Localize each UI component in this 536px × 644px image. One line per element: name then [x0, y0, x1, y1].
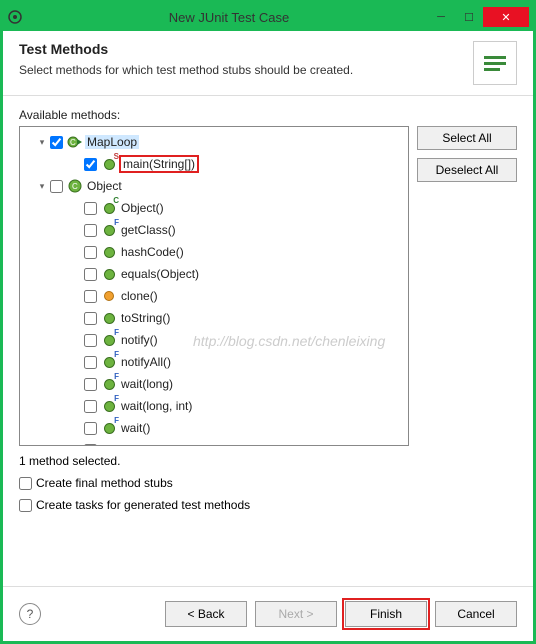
tree-row[interactable]: equals(Object): [20, 263, 408, 285]
tree-row[interactable]: ▾ C MapLoop: [20, 131, 408, 153]
header-title: Test Methods: [19, 41, 473, 57]
green-icon: F: [101, 332, 117, 348]
method-label: MapLoop: [85, 135, 139, 149]
tree-row[interactable]: FgetClass(): [20, 219, 408, 241]
method-label: notify(): [119, 333, 160, 347]
method-checkbox[interactable]: [84, 312, 97, 325]
tree-label: Available methods:: [19, 108, 517, 122]
expand-toggle[interactable]: ▾: [36, 181, 48, 192]
method-checkbox[interactable]: [84, 224, 97, 237]
green-icon: F: [101, 354, 117, 370]
window-title: New JUnit Test Case: [31, 10, 427, 25]
methods-tree[interactable]: ▾CMapLoopSmain(String[])▾CObjectCObject(…: [19, 126, 409, 446]
app-icon: [7, 9, 23, 25]
green-icon: F: [101, 376, 117, 392]
method-checkbox[interactable]: [84, 290, 97, 303]
method-label: toString(): [119, 311, 172, 325]
final-stubs-label: Create final method stubs: [36, 476, 173, 490]
class-run-icon: C: [67, 134, 83, 150]
method-checkbox[interactable]: [84, 334, 97, 347]
cancel-button[interactable]: Cancel: [435, 601, 517, 627]
orange-icon: [101, 442, 117, 446]
method-checkbox[interactable]: [84, 400, 97, 413]
method-checkbox[interactable]: [84, 356, 97, 369]
method-checkbox[interactable]: [84, 444, 97, 447]
orange-icon: [101, 288, 117, 304]
method-label: wait(long, int): [119, 399, 194, 413]
finish-button[interactable]: Finish: [345, 601, 427, 627]
method-label: wait(long): [119, 377, 175, 391]
create-tasks-label: Create tasks for generated test methods: [36, 498, 250, 512]
tree-row[interactable]: CObject(): [20, 197, 408, 219]
class-icon: C: [67, 178, 83, 194]
green-icon: [101, 266, 117, 282]
dialog-header: Test Methods Select methods for which te…: [3, 31, 533, 96]
header-banner-icon: [473, 41, 517, 85]
tree-row[interactable]: Fwait(long, int): [20, 395, 408, 417]
back-button[interactable]: < Back: [165, 601, 247, 627]
method-label: clone(): [119, 289, 160, 303]
method-checkbox[interactable]: [50, 136, 63, 149]
create-tasks-checkbox[interactable]: [19, 499, 32, 512]
green-icon: [101, 244, 117, 260]
header-description: Select methods for which test method stu…: [19, 63, 473, 77]
method-label: main(String[]): [121, 157, 197, 171]
expand-toggle[interactable]: ▾: [36, 137, 48, 148]
titlebar: New JUnit Test Case ─ ☐ ✕: [3, 3, 533, 31]
method-label: Object: [85, 179, 124, 193]
method-checkbox[interactable]: [84, 422, 97, 435]
method-label: notifyAll(): [119, 355, 173, 369]
tree-row[interactable]: finalize(): [20, 439, 408, 446]
tree-row[interactable]: Smain(String[]): [20, 153, 408, 175]
method-checkbox[interactable]: [50, 180, 63, 193]
select-all-button[interactable]: Select All: [417, 126, 517, 150]
next-button: Next >: [255, 601, 337, 627]
create-tasks-option[interactable]: Create tasks for generated test methods: [19, 498, 517, 512]
method-label: wait(): [119, 421, 152, 435]
method-checkbox[interactable]: [84, 202, 97, 215]
tree-row[interactable]: clone(): [20, 285, 408, 307]
green-icon: F: [101, 420, 117, 436]
help-button[interactable]: ?: [19, 603, 41, 625]
tree-row[interactable]: ▾ C Object: [20, 175, 408, 197]
method-label: hashCode(): [119, 245, 186, 259]
maximize-button[interactable]: ☐: [455, 7, 483, 27]
tree-row[interactable]: toString(): [20, 307, 408, 329]
selection-status: 1 method selected.: [19, 454, 517, 468]
final-stubs-checkbox[interactable]: [19, 477, 32, 490]
final-stubs-option[interactable]: Create final method stubs: [19, 476, 517, 490]
green-icon: F: [101, 398, 117, 414]
method-checkbox[interactable]: [84, 378, 97, 391]
green-icon: [101, 310, 117, 326]
method-checkbox[interactable]: [84, 246, 97, 259]
method-checkbox[interactable]: [84, 268, 97, 281]
tree-row[interactable]: hashCode(): [20, 241, 408, 263]
green-icon: C: [101, 200, 117, 216]
green-icon: F: [101, 222, 117, 238]
green-icon: S: [101, 156, 117, 172]
tree-row[interactable]: Fwait(): [20, 417, 408, 439]
tree-row[interactable]: FnotifyAll(): [20, 351, 408, 373]
tree-row[interactable]: Fwait(long): [20, 373, 408, 395]
deselect-all-button[interactable]: Deselect All: [417, 158, 517, 182]
method-label: finalize(): [119, 443, 168, 446]
dialog-footer: ? < Back Next > Finish Cancel: [3, 586, 533, 641]
method-label: equals(Object): [119, 267, 201, 281]
method-label: Object(): [119, 201, 166, 215]
method-checkbox[interactable]: [84, 158, 97, 171]
minimize-button[interactable]: ─: [427, 7, 455, 27]
svg-text:C: C: [72, 182, 78, 191]
svg-text:C: C: [70, 138, 76, 147]
close-button[interactable]: ✕: [483, 7, 529, 27]
tree-row[interactable]: Fnotify(): [20, 329, 408, 351]
method-label: getClass(): [119, 223, 178, 237]
dialog-window: New JUnit Test Case ─ ☐ ✕ Test Methods S…: [0, 0, 536, 644]
